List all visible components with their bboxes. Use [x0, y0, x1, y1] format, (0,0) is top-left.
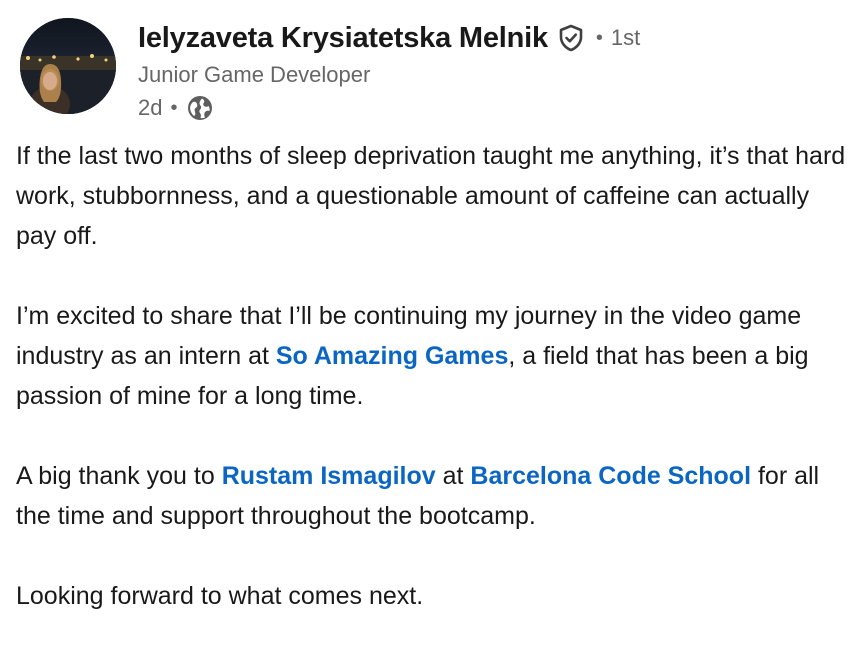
company-mention-so-amazing-games[interactable]: So Amazing Games — [276, 342, 508, 370]
post-paragraph-4: Looking forward to what comes next. — [16, 582, 424, 610]
post-meta: 2d • — [138, 92, 640, 124]
post-paragraph-2: I’m excited to share that I’ll be contin… — [16, 296, 852, 416]
person-mention-rustam-ismagilov[interactable]: Rustam Ismagilov — [222, 462, 436, 490]
paragraph-3-text-start: A big thank you to — [16, 462, 222, 490]
author-headline: Junior Game Developer — [138, 62, 371, 87]
post-time[interactable]: 2d — [138, 95, 162, 121]
author-block: Ielyzaveta Krysiatetska Melnik • 1st Jun… — [138, 14, 640, 124]
post-paragraph-1: If the last two months of sleep deprivat… — [16, 142, 846, 250]
connection-degree: 1st — [610, 25, 641, 50]
post-header: Ielyzaveta Krysiatetska Melnik • 1st Jun… — [20, 14, 844, 124]
name-row: Ielyzaveta Krysiatetska Melnik • 1st — [138, 14, 640, 62]
paragraph-3-text-middle: at — [435, 462, 471, 490]
verified-shield-icon[interactable] — [556, 23, 586, 53]
avatar-photo — [20, 18, 116, 114]
meta-separator: • — [170, 96, 178, 119]
avatar[interactable] — [20, 18, 116, 114]
post-paragraph-3: A big thank you to Rustam Ismagilov at B… — [16, 456, 852, 536]
post-body: If the last two months of sleep deprivat… — [16, 136, 852, 656]
company-mention-barcelona-code-school[interactable]: Barcelona Code School — [470, 462, 751, 490]
connection-separator: • — [595, 26, 603, 49]
author-name[interactable]: Ielyzaveta Krysiatetska Melnik — [138, 22, 548, 55]
globe-icon — [186, 94, 214, 122]
